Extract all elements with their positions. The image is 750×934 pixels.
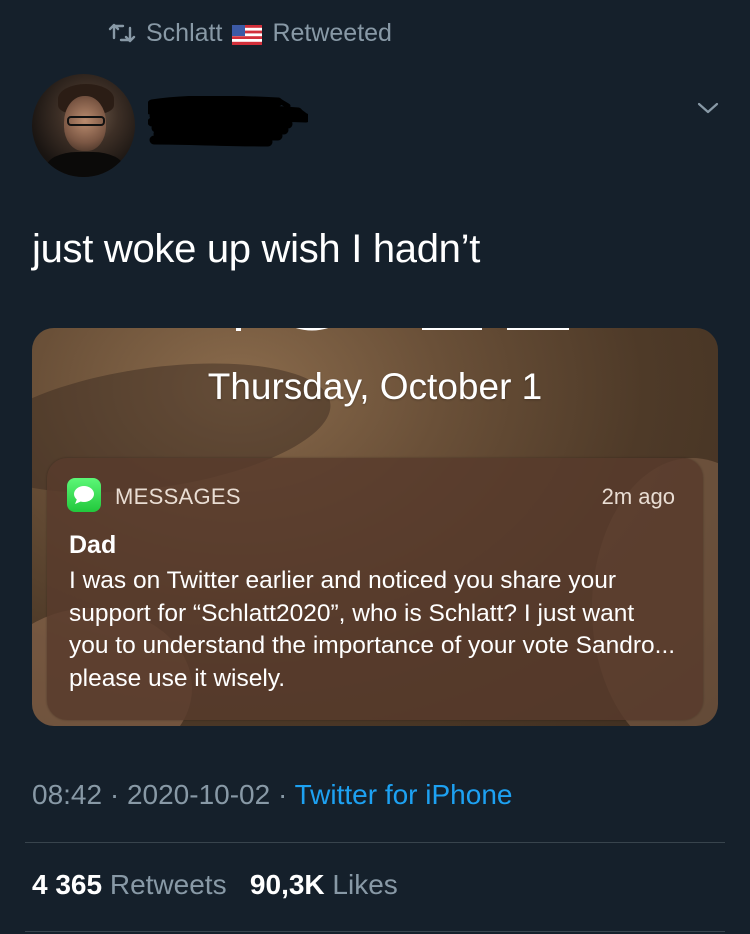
notification-time: 2m ago [601, 484, 675, 509]
tweet-detail-page: Schlatt Retweeted just woke up wish I ha… [0, 0, 750, 934]
meta-separator: · [102, 779, 127, 810]
tweet-meta: 08:42 · 2020-10-02 · Twitter for iPhone [32, 779, 512, 811]
redacted-author-name [148, 96, 308, 147]
divider [25, 931, 725, 932]
retweets-label: Retweets [109, 869, 227, 900]
lock-screen-clock-fragment [236, 328, 569, 331]
meta-separator: · [270, 779, 295, 810]
messages-app-icon [67, 478, 101, 512]
chevron-down-icon[interactable] [696, 96, 720, 120]
retweets-count: 4 365 [32, 869, 103, 900]
retweet-icon [108, 23, 136, 43]
message-notification: MESSAGES 2m ago Dad I was on Twitter ear… [47, 458, 703, 720]
tweet-time: 08:42 [32, 779, 103, 810]
likes-count: 90,3K [249, 869, 325, 900]
notification-body: I was on Twitter earlier and noticed you… [69, 567, 676, 692]
likes-stat[interactable]: 90,3K Likes [250, 869, 398, 900]
retweeter-name[interactable]: Schlatt [146, 19, 222, 48]
author-avatar[interactable] [32, 74, 135, 177]
tweet-source-link[interactable]: Twitter for iPhone [295, 779, 513, 810]
retweets-stat[interactable]: 4 365 Retweets [32, 869, 227, 900]
us-flag-icon [232, 23, 263, 45]
tweet-stats: 4 365 Retweets 90,3K Likes [32, 869, 398, 901]
divider [25, 842, 725, 843]
likes-label: Likes [332, 869, 398, 900]
notification-sender: Dad [69, 531, 117, 559]
retweet-banner[interactable]: Schlatt Retweeted [108, 16, 392, 50]
notification-app-name: MESSAGES [115, 484, 241, 509]
retweeted-label: Retweeted [272, 18, 392, 47]
tweet-date: 2020-10-02 [126, 779, 271, 810]
tweet-media-image[interactable]: Thursday, October 1 MESSAGES 2m ago Dad … [32, 328, 718, 726]
lock-screen-date: Thursday, October 1 [207, 366, 543, 407]
tweet-text: just woke up wish I hadn’t [32, 227, 481, 271]
